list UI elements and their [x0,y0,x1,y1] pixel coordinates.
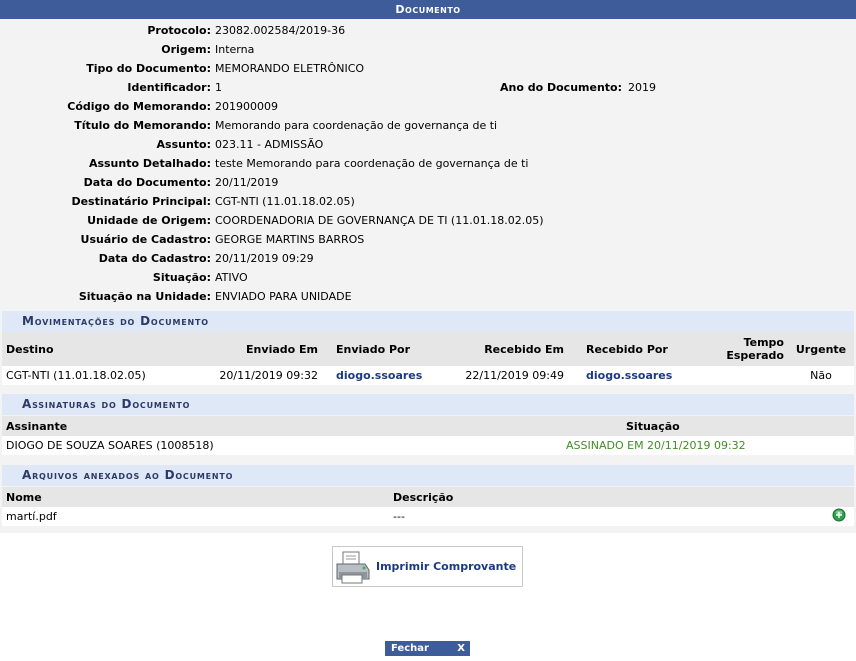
situacao-cell: ASSINADO EM 20/11/2019 09:32 [562,436,854,455]
info-row: Assunto Detalhado: teste Memorando para c… [0,154,856,173]
info-value: 023.11 - ADMISSÃO [215,138,324,151]
col-assinante: Assinante [2,416,562,436]
info-row: Assunto: 023.11 - ADMISSÃO [0,135,856,154]
ano-documento-value: 2019 [628,81,656,94]
info-row: Título do Memorando: Memorando para coord… [0,116,856,135]
info-row: Código do Memorando: 201900009 [0,97,856,116]
close-icon: X [457,643,465,654]
col-nome: Nome [2,487,389,507]
destino-cell: CGT-NTI (11.01.18.02.05) [2,366,152,385]
col-enviado-em: Enviado Em [152,332,322,366]
info-value: ATIVO [215,271,248,284]
enviado-por-link[interactable]: diogo.ssoares [336,369,422,382]
info-label: Data do Documento: [83,176,211,189]
info-value: 20/11/2019 [215,176,279,189]
recebido-em-cell: 22/11/2019 09:49 [442,366,568,385]
info-label: Assunto Detalhado: [88,157,211,170]
tempo-cell [688,366,788,385]
info-row: Usuário de Cadastro: GEORGE MARTINS BARRO… [0,230,856,249]
info-value: 23082.002584/2019-36 [215,24,346,37]
document-panel: Protocolo: 23082.002584/2019-36 Origem: Int… [0,19,856,533]
view-file-icon[interactable] [832,508,846,522]
movimentacoes-table: Destino Enviado Em Enviado Por Recebido … [2,332,854,385]
info-label: Origem: [161,43,211,56]
arquivos-table: Nome Descrição martí.pdf --- [2,487,854,526]
ano-documento-label: Ano do Documento: [500,81,622,94]
urgente-cell: Não [788,366,854,385]
assinante-cell: DIOGO DE SOUZA SOARES (1008518) [2,436,562,455]
assinaturas-table: Assinante Situação DIOGO DE SOUZA SOARES… [2,416,854,455]
section-arquivos: Arquivos anexados ao Documento [2,465,854,486]
info-value: Interna [215,43,255,56]
enviado-em-cell: 20/11/2019 09:32 [152,366,322,385]
printer-icon [336,551,370,583]
info-value: teste Memorando para coordenação de gove… [215,157,529,170]
info-row: Destinatário Principal: CGT-NTI (11.01.18… [0,192,856,211]
col-tempo-esperado: Tempo Esperado [688,332,788,366]
print-receipt-label: Imprimir Comprovante [376,560,517,573]
nome-cell: martí.pdf [2,507,389,526]
col-situacao: Situação [562,416,854,436]
info-label: Título do Memorando: [74,119,211,132]
info-label: Data do Cadastro: [98,252,211,265]
col-urgente: Urgente [788,332,854,366]
info-label: Situação na Unidade: [78,290,211,303]
col-descricao: Descrição [389,487,824,507]
descricao-cell: --- [389,507,824,526]
info-value: GEORGE MARTINS BARROS [215,233,365,246]
col-esperado-label: Esperado [726,349,784,362]
info-label: Unidade de Origem: [87,214,211,227]
info-row: Protocolo: 23082.002584/2019-36 [0,21,856,40]
info-label: Assunto: [156,138,211,151]
col-destino: Destino [2,332,152,366]
col-tempo-label: Tempo [743,336,784,349]
info-row: Data do Documento: 20/11/2019 [0,173,856,192]
info-label: Usuário de Cadastro: [80,233,211,246]
info-row: Origem: Interna [0,40,856,59]
info-row: Tipo do Documento: MEMORANDO ELETRÔNICO [0,59,856,78]
section-assinaturas: Assinaturas do Documento [2,394,854,415]
info-value: ENVIADO PARA UNIDADE [215,290,352,303]
info-value: 1 [215,81,222,94]
recebido-por-link[interactable]: diogo.ssoares [586,369,672,382]
info-value: 20/11/2019 09:29 [215,252,314,265]
page-title: Documento [0,0,856,19]
section-movimentacoes: Movimentações do Documento [2,311,854,332]
info-row: Situação: ATIVO [0,268,856,287]
info-row: Identificador: 1 Ano do Documento: 2019 [0,78,856,97]
table-row: CGT-NTI (11.01.18.02.05) 20/11/2019 09:3… [2,366,854,385]
info-label: Código do Memorando: [67,100,211,113]
table-row: DIOGO DE SOUZA SOARES (1008518) ASSINADO… [2,436,854,455]
info-row: Situação na Unidade: ENVIADO PARA UNIDADE [0,287,856,306]
close-button[interactable]: Fechar X [385,641,470,656]
info-value: CGT-NTI (11.01.18.02.05) [215,195,355,208]
info-value: Memorando para coordenação de governança… [215,119,498,132]
col-enviado-por: Enviado Por [322,332,442,366]
table-row: martí.pdf --- [2,507,854,526]
info-value: MEMORANDO ELETRÔNICO [215,62,365,75]
col-recebido-por: Recebido Por [568,332,688,366]
info-value: 201900009 [215,100,278,113]
info-label: Identificador: [127,81,211,94]
print-receipt-button[interactable]: Imprimir Comprovante [332,546,523,587]
info-row: Data do Cadastro: 20/11/2019 09:29 [0,249,856,268]
info-label: Protocolo: [147,24,211,37]
info-label: Situação: [152,271,211,284]
col-recebido-em: Recebido Em [442,332,568,366]
close-label: Fechar [391,643,429,654]
info-label: Destinatário Principal: [71,195,211,208]
info-row: Unidade de Origem: COORDENADORIA DE GOVER… [0,211,856,230]
info-label: Tipo do Documento: [86,62,211,75]
info-value: COORDENADORIA DE GOVERNANÇA DE TI (11.01… [215,214,544,227]
